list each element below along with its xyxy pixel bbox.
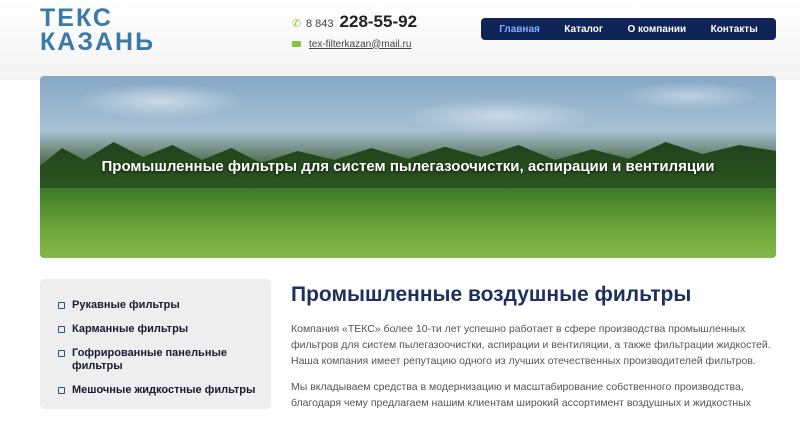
sidebar-item-label: Гофрированные панельные фильтры [72,347,227,372]
main-content: Промышленные воздушные фильтры Компания … [291,281,781,421]
logo-line-2: КАЗАНЬ [40,28,156,56]
sidebar-item-bag-filters[interactable]: Рукавные фильтры [58,299,271,312]
banner-sky [40,76,776,146]
sidebar-item-pleated-panel-filters[interactable]: Гофрированные панельные фильтры [58,347,271,373]
square-bullet-icon [58,326,65,333]
square-bullet-icon [58,302,65,309]
nav-about[interactable]: О компании [627,24,686,35]
hero-banner: Промышленные фильтры для систем пылегазо… [40,76,776,258]
sidebar-item-label: Рукавные фильтры [72,299,180,311]
sidebar-item-label: Мешочные жидкостные фильтры [72,384,256,396]
sidebar-item-label: Карманные фильтры [72,323,189,335]
phone-prefix: 8 843 [306,18,334,30]
main-nav: Главная Каталог О компании Контакты [481,18,776,40]
nav-home[interactable]: Главная [499,24,540,35]
email-link[interactable]: tex-filterkazan@mail.ru [309,39,411,50]
phone-row: ✆ 8 843 228-55-92 [292,12,417,34]
header-contacts: ✆ 8 843 228-55-92 tex-filterkazan@mail.r… [292,12,417,51]
mail-icon [292,41,301,47]
sidebar-item-liquid-bag-filters[interactable]: Мешочные жидкостные фильтры [58,384,271,397]
intro-paragraph: Компания «ТЕКС» более 10-ти лет успешно … [291,323,771,367]
banner-title: Промышленные фильтры для систем пылегазо… [101,158,715,175]
phone-icon: ✆ [292,18,302,30]
email-row: tex-filterkazan@mail.ru [292,37,417,51]
square-bullet-icon [58,387,65,394]
nav-catalog[interactable]: Каталог [564,24,603,35]
nav-contacts[interactable]: Контакты [711,24,758,35]
banner-field [40,188,776,258]
square-bullet-icon [58,350,65,357]
sidebar-item-pocket-filters[interactable]: Карманные фильтры [58,323,271,336]
site-logo[interactable]: ТЕКС КАЗАНЬ [40,4,156,56]
logo-line-1: ТЕКС [40,4,113,32]
phone-number[interactable]: 228-55-92 [340,12,418,32]
catalog-sidebar: Рукавные фильтры Карманные фильтры Гофри… [40,279,271,409]
second-paragraph: Мы вкладываем средства в модернизацию и … [291,381,751,409]
page-title: Промышленные воздушные фильтры [291,283,692,306]
